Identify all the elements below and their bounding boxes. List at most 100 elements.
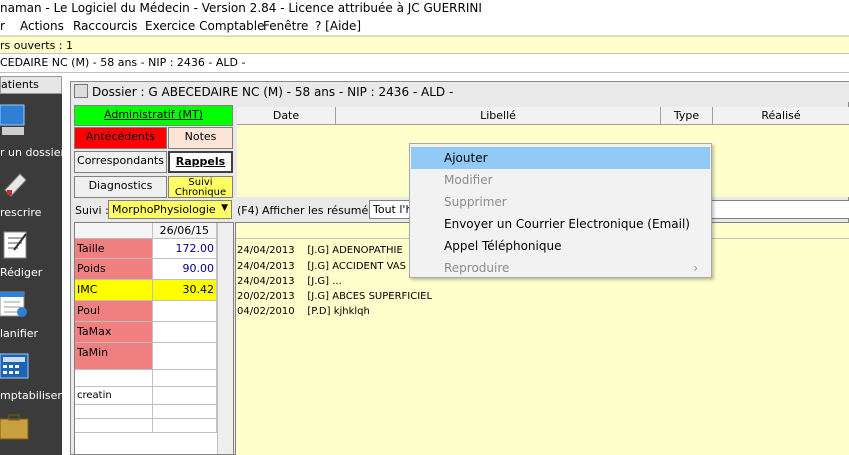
tab-chronique-label: Chronique	[174, 187, 227, 198]
menu-item-ajouter[interactable]: Ajouter	[411, 147, 710, 169]
tab-correspondants-label: Correspondants	[77, 154, 164, 167]
measure-name: creatin	[75, 387, 153, 405]
measure-name: Poul	[75, 301, 153, 322]
menu-item-reproduire[interactable]: Reproduire ›	[411, 257, 710, 279]
measure-value[interactable]: 90.00	[153, 259, 217, 280]
menu-item-envoyer-email[interactable]: Envoyer un Courrier Electronique (Email)	[411, 213, 710, 235]
measure-value[interactable]	[153, 405, 217, 419]
menu-raccourcis[interactable]: Raccourcis	[73, 19, 137, 33]
toolbar-prescribe-label[interactable]: rescrire	[0, 206, 62, 219]
calculator-icon[interactable]	[0, 352, 30, 380]
tab-diagnostics[interactable]: Diagnostics	[74, 176, 167, 198]
result-date: 04/02/2010	[237, 306, 295, 317]
measure-value[interactable]	[153, 419, 217, 433]
result-text: kjhklqh	[333, 306, 370, 317]
result-author: [J.G]	[307, 291, 330, 302]
tab-correspondants[interactable]: Correspondants	[74, 151, 167, 173]
patient-status-line: CEDAIRE NC (M) - 58 ans - NIP : 2436 - A…	[0, 53, 849, 73]
chevron-down-icon: ▼	[221, 203, 228, 213]
menu-bar: r Actions Raccourcis Exercice Comptable …	[0, 17, 849, 36]
toolbar-write-label[interactable]: Rédiger	[0, 266, 62, 279]
measure-name: Taille	[75, 239, 153, 259]
afficher-resumes-value: Tout l'h	[373, 203, 411, 216]
chevron-right-icon: ›	[693, 261, 698, 275]
measure-value[interactable]	[153, 370, 217, 387]
tab-antecedents[interactable]: Antécédents	[74, 127, 167, 149]
menu-fenetre[interactable]: Fenêtre	[263, 19, 308, 33]
grid-corner	[75, 223, 153, 239]
menu-item-modifier[interactable]: Modifier	[411, 169, 710, 191]
tab-diagnostics-label: Diagnostics	[88, 179, 153, 192]
context-menu: Ajouter Modifier Supprimer Envoyer un Co…	[409, 143, 712, 278]
tab-suivi-chronique[interactable]: Suivi Chronique	[168, 176, 233, 198]
computer-icon[interactable]	[0, 103, 30, 137]
result-text: ADENOPATHIE	[332, 245, 403, 256]
result-text: ABCES SUPERFICIEL	[332, 291, 433, 302]
tab-notes-label: Notes	[184, 130, 217, 143]
measure-name: TaMax	[75, 322, 153, 343]
grid-scrollbar[interactable]	[217, 223, 233, 454]
tab-rappels-label: Rappels	[175, 155, 226, 168]
suivi-select-value: MorphoPhysiologie	[112, 203, 216, 216]
calendar-icon[interactable]	[0, 290, 30, 320]
write-icon[interactable]	[0, 228, 30, 260]
briefcase-icon[interactable]	[0, 413, 30, 441]
toolbar-accounting-label[interactable]: mptabiliser	[0, 389, 62, 402]
result-text: ACCIDENT VAS	[332, 261, 406, 272]
afficher-resumes-label: Afficher les résumés :	[262, 204, 382, 217]
measure-name: Poids	[75, 259, 153, 280]
toolbar-plan-label[interactable]: lanifier	[0, 327, 62, 340]
measure-name	[75, 419, 153, 433]
tab-notes[interactable]: Notes	[168, 127, 233, 149]
result-date: 20/02/2013	[237, 291, 295, 302]
measure-value[interactable]	[153, 322, 217, 343]
menu-actions[interactable]: Actions	[20, 19, 64, 33]
tab-administratif-label: Administratif (MT)	[104, 108, 203, 121]
afficher-resumes-select[interactable]: Tout l'h	[369, 200, 411, 219]
result-text: ...	[332, 276, 342, 287]
afficher-resumes-select-tail	[711, 200, 849, 219]
menu-item-appel-telephonique[interactable]: Appel Téléphonique	[411, 235, 710, 257]
suivi-select[interactable]: MorphoPhysiologie ▼	[108, 200, 232, 219]
column-libelle[interactable]: Libellé	[336, 107, 661, 125]
measure-value[interactable]	[153, 343, 217, 370]
menu-item-supprimer[interactable]: Supprimer	[411, 191, 710, 213]
f4-label: (F4)	[237, 204, 259, 217]
tab-administratif[interactable]: Administratif (MT)	[74, 105, 233, 126]
result-author: [J.G]	[307, 276, 330, 287]
result-date: 24/04/2013	[237, 245, 295, 256]
result-author: [P.D]	[307, 306, 331, 317]
list-item[interactable]: 24/04/2013 [J.G] ADENOPATHIE	[237, 245, 403, 256]
column-date[interactable]: Date	[237, 107, 336, 125]
result-author: [J.G]	[307, 245, 330, 256]
measure-name	[75, 405, 153, 419]
window-title: naman - Le Logiciel du Médecin - Version…	[0, 0, 849, 17]
tab-rappels[interactable]: Rappels	[168, 151, 233, 173]
measure-value[interactable]: 30.42	[153, 280, 217, 301]
list-item[interactable]: 24/04/2013 [J.G] ...	[237, 276, 342, 287]
measure-name	[75, 370, 153, 387]
measure-value[interactable]: 172.00	[153, 239, 217, 259]
open-files-status: rs ouverts : 1	[0, 36, 849, 53]
column-type[interactable]: Type	[661, 107, 713, 125]
result-date: 24/04/2013	[237, 261, 295, 272]
measure-value[interactable]	[153, 301, 217, 322]
window-icon	[74, 84, 88, 98]
menu-exercice-comptable[interactable]: Exercice Comptable	[145, 19, 265, 33]
list-item[interactable]: 04/02/2010 [P.D] kjhklqh	[237, 306, 370, 317]
measure-name: IMC	[75, 280, 153, 301]
menu-item-reproduire-label: Reproduire	[444, 261, 510, 275]
suivi-label: Suivi :	[75, 204, 109, 217]
result-date: 24/04/2013	[237, 276, 295, 287]
column-realise[interactable]: Réalisé	[713, 107, 849, 125]
measure-value[interactable]	[153, 387, 217, 405]
toolbar-open-dossier-label[interactable]: r un dossier	[0, 146, 65, 159]
measure-name: TaMin	[75, 343, 153, 370]
list-item[interactable]: 24/04/2013 [J.G] ACCIDENT VAS	[237, 261, 406, 272]
menu-aide[interactable]: ? [Aide]	[315, 19, 361, 33]
menu-file[interactable]: r	[0, 19, 5, 33]
dossier-title-text: Dossier : G ABECEDAIRE NC (M) - 58 ans -…	[92, 85, 454, 99]
toolbar-header: atients	[0, 76, 62, 94]
list-item[interactable]: 20/02/2013 [J.G] ABCES SUPERFICIEL	[237, 291, 432, 302]
prescription-icon[interactable]	[2, 170, 30, 200]
